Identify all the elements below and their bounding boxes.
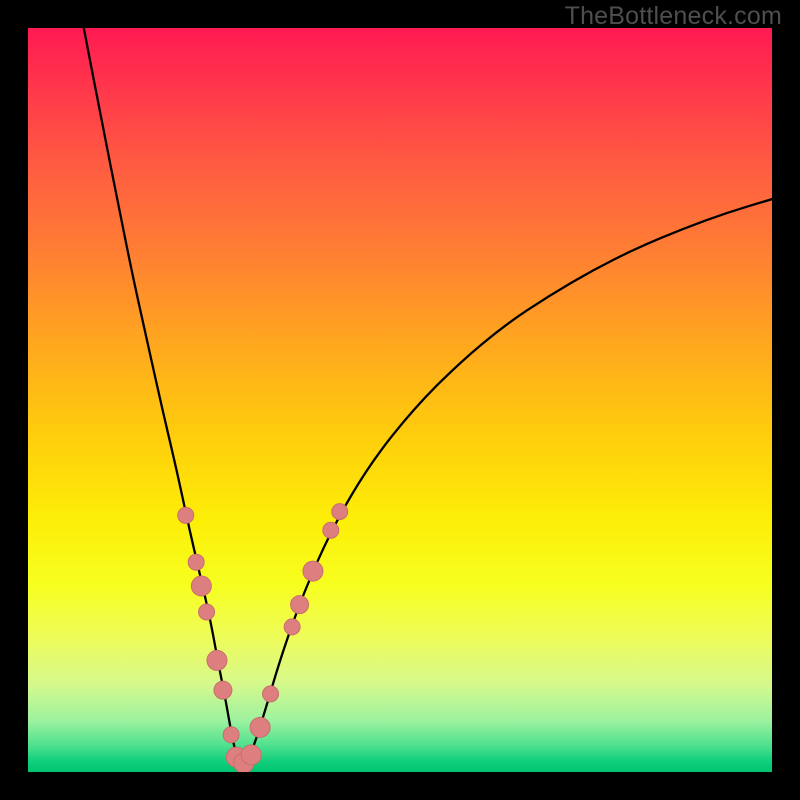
curve-svg	[28, 28, 772, 772]
bottleneck-curve	[84, 28, 772, 763]
data-dot	[284, 619, 300, 635]
data-dot	[207, 650, 227, 670]
data-dot	[178, 507, 194, 523]
data-dot	[303, 561, 323, 581]
data-dot	[332, 504, 348, 520]
data-dot	[188, 554, 204, 570]
data-dot	[250, 717, 270, 737]
data-dot	[223, 727, 239, 743]
data-dot	[263, 686, 279, 702]
data-dot	[199, 604, 215, 620]
data-dot	[214, 681, 232, 699]
watermark-text: TheBottleneck.com	[565, 2, 782, 31]
data-dot	[241, 745, 261, 765]
data-dot	[191, 576, 211, 596]
data-dot	[291, 596, 309, 614]
data-dot	[323, 522, 339, 538]
plot-area	[28, 28, 772, 772]
chart-frame: TheBottleneck.com	[0, 0, 800, 800]
data-dots	[178, 504, 348, 772]
